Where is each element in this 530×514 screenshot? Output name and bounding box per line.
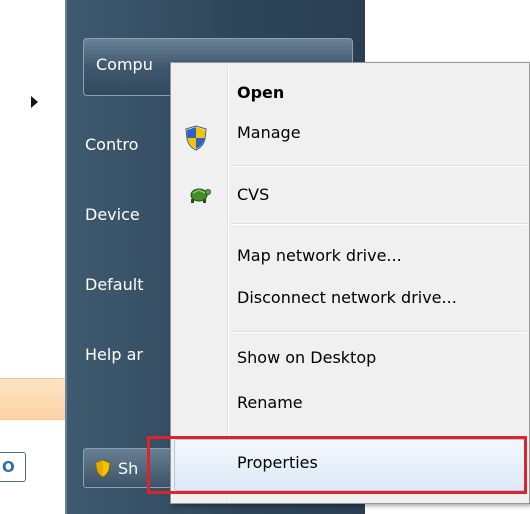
shield-icon bbox=[96, 460, 110, 477]
menu-item-disconnect-network-drive[interactable]: Disconnect network drive... bbox=[237, 288, 457, 307]
menu-item-open[interactable]: Open bbox=[237, 83, 284, 102]
menu-item-show-on-desktop[interactable]: Show on Desktop bbox=[237, 348, 376, 367]
menu-separator bbox=[231, 331, 527, 333]
tortoise-icon bbox=[190, 188, 211, 203]
shutdown-label: Sh bbox=[118, 459, 139, 478]
menu-item-cvs[interactable]: CVS bbox=[237, 185, 269, 204]
menu-item-manage[interactable]: Manage bbox=[237, 123, 301, 142]
menu-separator bbox=[231, 165, 527, 167]
menu-item-map-network-drive[interactable]: Map network drive... bbox=[237, 246, 402, 265]
computer-label: Compu bbox=[96, 55, 153, 74]
menu-item-rename[interactable]: Rename bbox=[237, 393, 303, 412]
default-programs-item[interactable]: Default bbox=[85, 275, 143, 294]
devices-item[interactable]: Device bbox=[85, 205, 140, 224]
menu-separator bbox=[231, 223, 527, 225]
uac-shield-icon bbox=[185, 125, 207, 151]
search-box[interactable]: O bbox=[0, 452, 26, 482]
search-fragment-text: O bbox=[2, 458, 15, 476]
submenu-arrow-icon[interactable] bbox=[31, 96, 38, 108]
help-item[interactable]: Help ar bbox=[85, 345, 143, 364]
left-pane-highlighted-item[interactable] bbox=[0, 378, 65, 420]
highlight-annotation-box bbox=[147, 436, 527, 494]
control-panel-item[interactable]: Contro bbox=[85, 135, 138, 154]
start-menu-left-pane bbox=[0, 0, 65, 514]
